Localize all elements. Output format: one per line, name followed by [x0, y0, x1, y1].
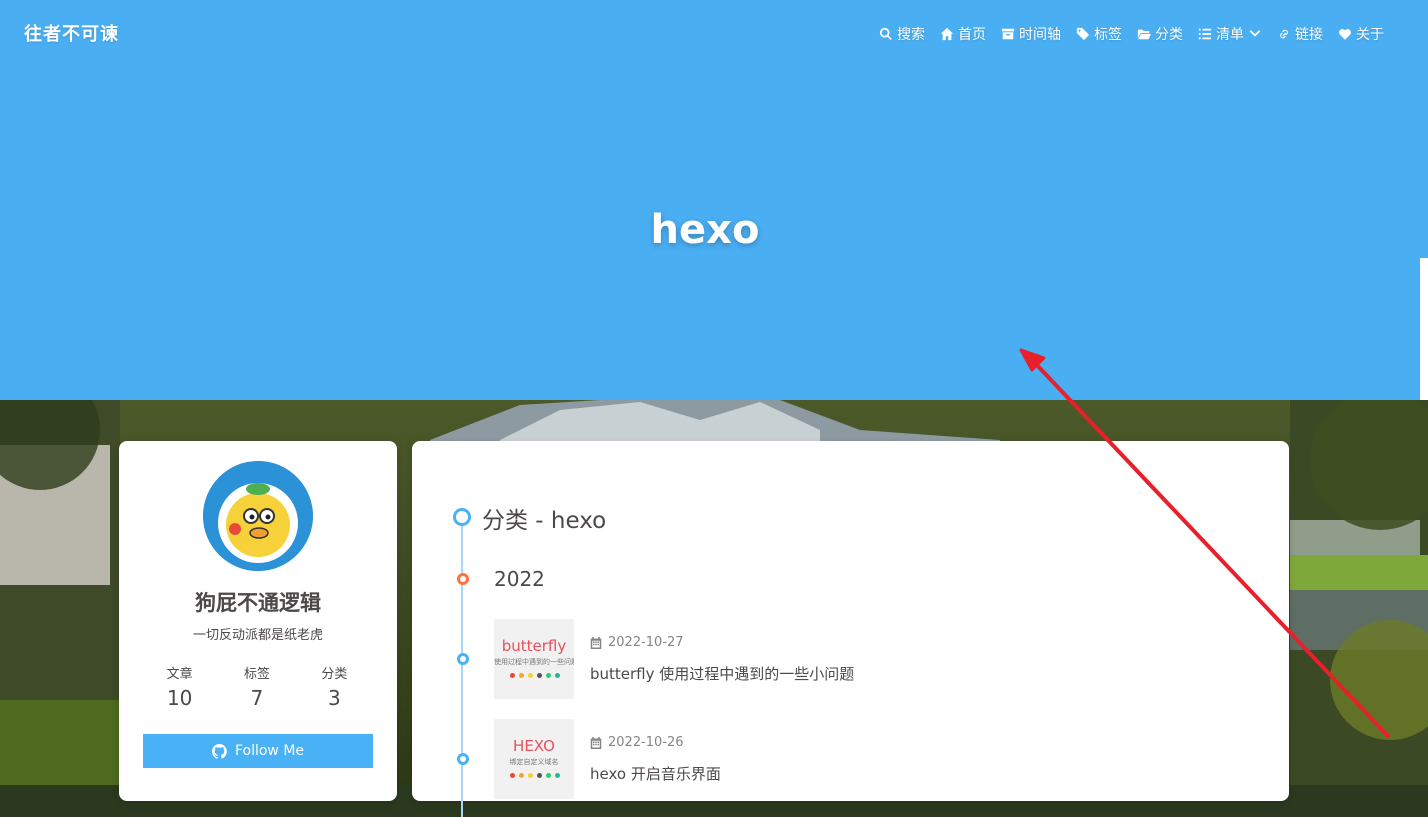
- github-icon: [212, 743, 227, 759]
- stat-tags[interactable]: 标签 7: [218, 663, 295, 710]
- thumbnail-title: HEXO: [513, 737, 555, 755]
- year-dot: [457, 573, 469, 585]
- nav-item-categories[interactable]: 分类: [1137, 24, 1183, 44]
- author-name: 狗屁不通逻辑: [195, 591, 321, 615]
- nav-item-list[interactable]: 清单: [1198, 24, 1262, 44]
- home-icon: [940, 27, 954, 41]
- stat-label: 标签: [243, 667, 270, 682]
- nav-item-label: 清单: [1216, 27, 1244, 43]
- stat-label: 分类: [321, 667, 348, 682]
- post-date: 2022-10-26: [590, 735, 684, 750]
- heart-icon: [1338, 27, 1352, 41]
- nav-item-label: 搜索: [897, 27, 925, 43]
- stat-value: 10: [166, 686, 193, 710]
- author-description: 一切反动派都是纸老虎: [192, 628, 323, 643]
- thumbnail-dots: [510, 773, 560, 778]
- post-date-text: 2022-10-26: [608, 735, 684, 750]
- nav-item-label: 分类: [1155, 27, 1183, 43]
- thumbnail-subtitle: 绑定自定义域名: [509, 758, 559, 766]
- post-date: 2022-10-27: [590, 635, 684, 650]
- stat-label: 文章: [166, 667, 193, 682]
- post-thumbnail[interactable]: butterfly 使用过程中遇到的一些问题: [494, 619, 574, 699]
- thumbnail-subtitle: 使用过程中遇到的一些问题: [494, 658, 574, 666]
- archive-icon: [1001, 27, 1015, 41]
- site-stats: 文章 10 标签 7 分类 3: [141, 663, 373, 710]
- follow-me-button[interactable]: Follow Me: [143, 734, 373, 768]
- post-thumbnail[interactable]: HEXO 绑定自定义域名: [494, 719, 574, 799]
- nav-item-label: 时间轴: [1019, 27, 1061, 43]
- nav-item-label: 链接: [1295, 27, 1323, 43]
- nav-item-search[interactable]: 搜索: [879, 24, 925, 44]
- banner-edge: [1420, 0, 1428, 258]
- post-title[interactable]: hexo 开启音乐界面: [590, 763, 721, 784]
- post-dot: [457, 653, 469, 665]
- link-icon: [1277, 27, 1291, 41]
- nav-item-timeline[interactable]: 时间轴: [1001, 24, 1061, 44]
- nav-item-about[interactable]: 关于: [1338, 24, 1384, 44]
- stat-value: 3: [327, 686, 341, 710]
- category-title: 分类 - hexo: [482, 508, 607, 534]
- nav-item-label: 关于: [1356, 27, 1384, 43]
- follow-me-label: Follow Me: [234, 743, 305, 759]
- post-dot: [457, 753, 469, 765]
- year-label: 2022: [494, 567, 545, 591]
- nav-item-links[interactable]: 链接: [1277, 24, 1323, 44]
- tags-icon: [1076, 27, 1090, 41]
- thumbnail-dots: [510, 673, 560, 678]
- stat-articles[interactable]: 文章 10: [141, 663, 218, 710]
- timeline-head-dot: [453, 508, 471, 526]
- page-header-banner: [0, 0, 1420, 400]
- nav-item-tags[interactable]: 标签: [1076, 24, 1122, 44]
- author-info-card: 狗屁不通逻辑 一切反动派都是纸老虎 文章 10 标签 7 分类 3 Follow…: [119, 441, 397, 801]
- nav-item-home[interactable]: 首页: [940, 24, 986, 44]
- list-icon: [1198, 27, 1212, 41]
- stat-value: 7: [250, 686, 264, 710]
- avatar[interactable]: [203, 461, 313, 571]
- banner-edge-gap: [1420, 258, 1428, 400]
- chevron-down-icon: [1248, 27, 1262, 41]
- folder-open-icon: [1137, 27, 1151, 41]
- nav-item-label: 首页: [958, 27, 986, 43]
- post-date-text: 2022-10-27: [608, 635, 684, 650]
- calendar-icon: [590, 636, 602, 649]
- calendar-icon: [590, 736, 602, 749]
- stat-categories[interactable]: 分类 3: [296, 663, 373, 710]
- site-name[interactable]: 往者不可谏: [24, 20, 119, 46]
- top-nav: 搜索 首页 时间轴 标签 分类 清单 链接 关于: [864, 24, 1384, 44]
- search-icon: [879, 27, 893, 41]
- nav-item-label: 标签: [1094, 27, 1122, 43]
- category-list-card: 分类 - hexo 2022 butterfly 使用过程中遇到的一些问题 20…: [412, 441, 1289, 817]
- page-title: hexo: [650, 207, 760, 253]
- thumbnail-title: butterfly: [501, 637, 567, 655]
- post-title[interactable]: butterfly 使用过程中遇到的一些小问题: [590, 663, 854, 684]
- timeline-line: [461, 517, 463, 817]
